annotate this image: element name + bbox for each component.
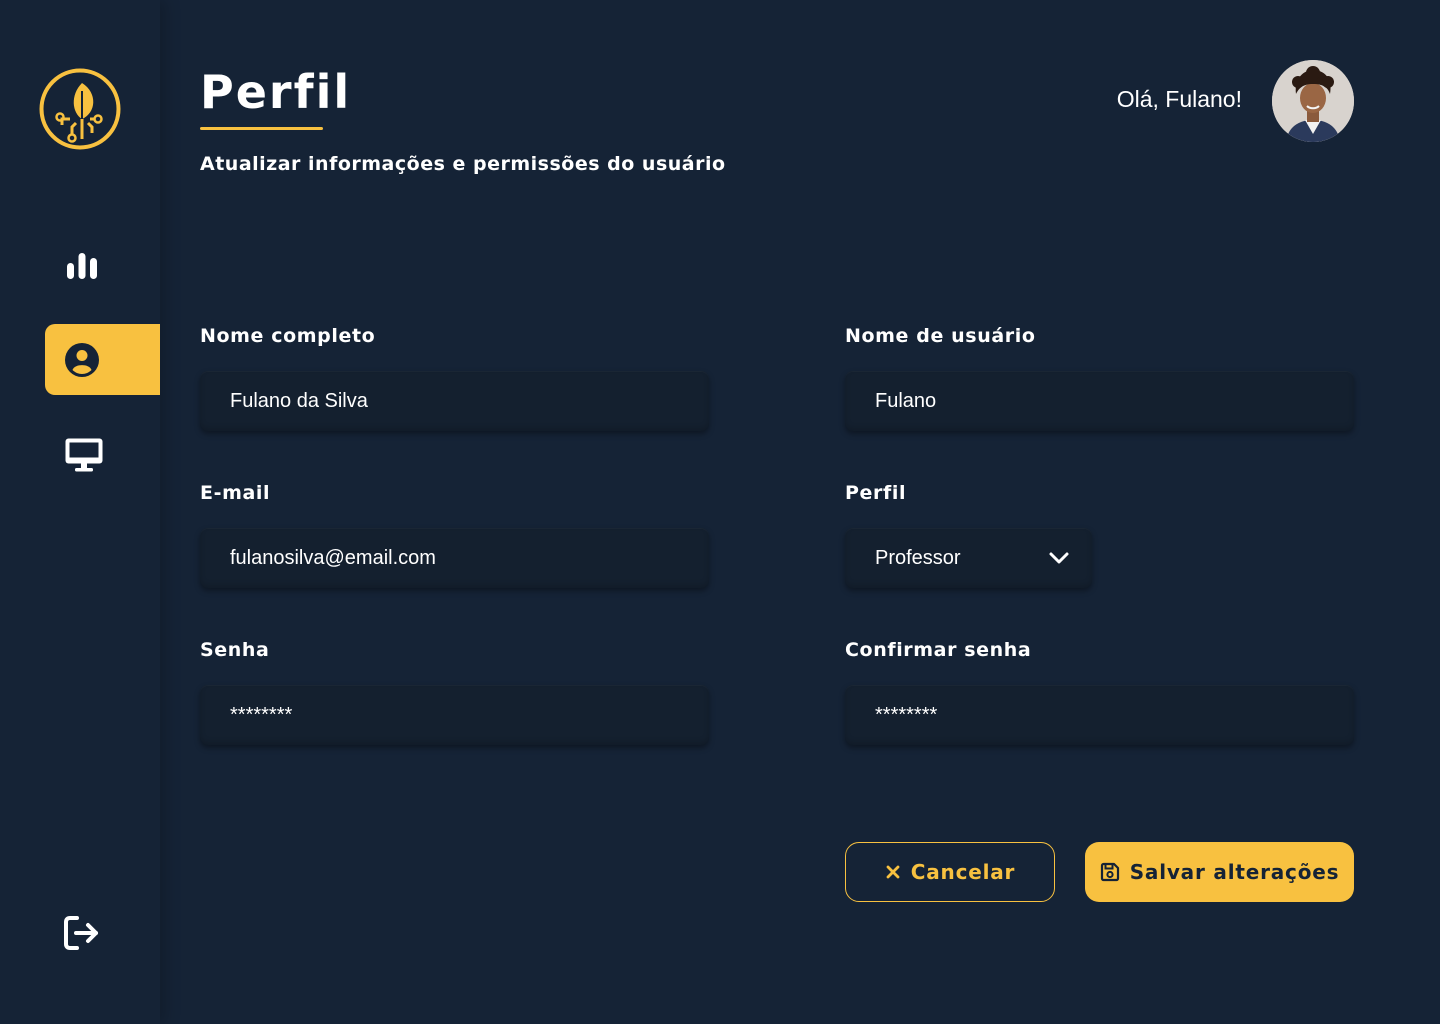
floppy-disk-icon [1100, 862, 1119, 882]
email-label: E-mail [200, 482, 271, 504]
profile-select[interactable]: Professor [845, 528, 1092, 588]
cancel-button-label: Cancelar [910, 860, 1016, 884]
profile-label: Perfil [845, 482, 907, 504]
confirm-password-field[interactable]: ******** [845, 685, 1354, 745]
app-logo[interactable] [38, 67, 122, 151]
confirm-password-label: Confirmar senha [845, 639, 1032, 661]
password-field[interactable]: ******** [200, 685, 709, 745]
close-icon [886, 865, 900, 879]
username-label: Nome de usuário [845, 325, 1036, 347]
chevron-down-icon [1049, 552, 1069, 564]
full-name-label: Nome completo [200, 325, 376, 347]
sidebar [0, 0, 160, 1024]
monitor-icon [65, 438, 103, 471]
save-button-label: Salvar alterações [1129, 860, 1340, 884]
sidebar-item-profile[interactable] [45, 324, 160, 395]
page-title: Perfil [200, 65, 352, 119]
save-button[interactable]: Salvar alterações [1085, 842, 1354, 902]
bar-chart-icon [67, 252, 97, 279]
user-greeting: Olá, Fulano! [1116, 86, 1242, 112]
full-name-field[interactable]: Fulano da Silva [200, 371, 709, 431]
email-field[interactable]: fulanosilva@email.com [200, 528, 709, 588]
user-circle-icon [65, 342, 99, 377]
sidebar-item-monitor[interactable] [45, 419, 160, 490]
username-field[interactable]: Fulano [845, 371, 1354, 431]
leaf-circuit-logo-icon [39, 68, 121, 150]
sidebar-item-dashboard[interactable] [45, 230, 160, 301]
user-photo-icon [1272, 60, 1354, 142]
profile-select-value: Professor [875, 546, 961, 569]
cancel-button[interactable]: Cancelar [845, 842, 1055, 902]
title-underline [200, 127, 323, 130]
logout-button[interactable] [62, 913, 102, 953]
logout-icon [64, 916, 98, 950]
password-label: Senha [200, 639, 270, 661]
avatar[interactable] [1272, 60, 1354, 142]
page-subtitle: Atualizar informações e permissões do us… [200, 153, 726, 175]
